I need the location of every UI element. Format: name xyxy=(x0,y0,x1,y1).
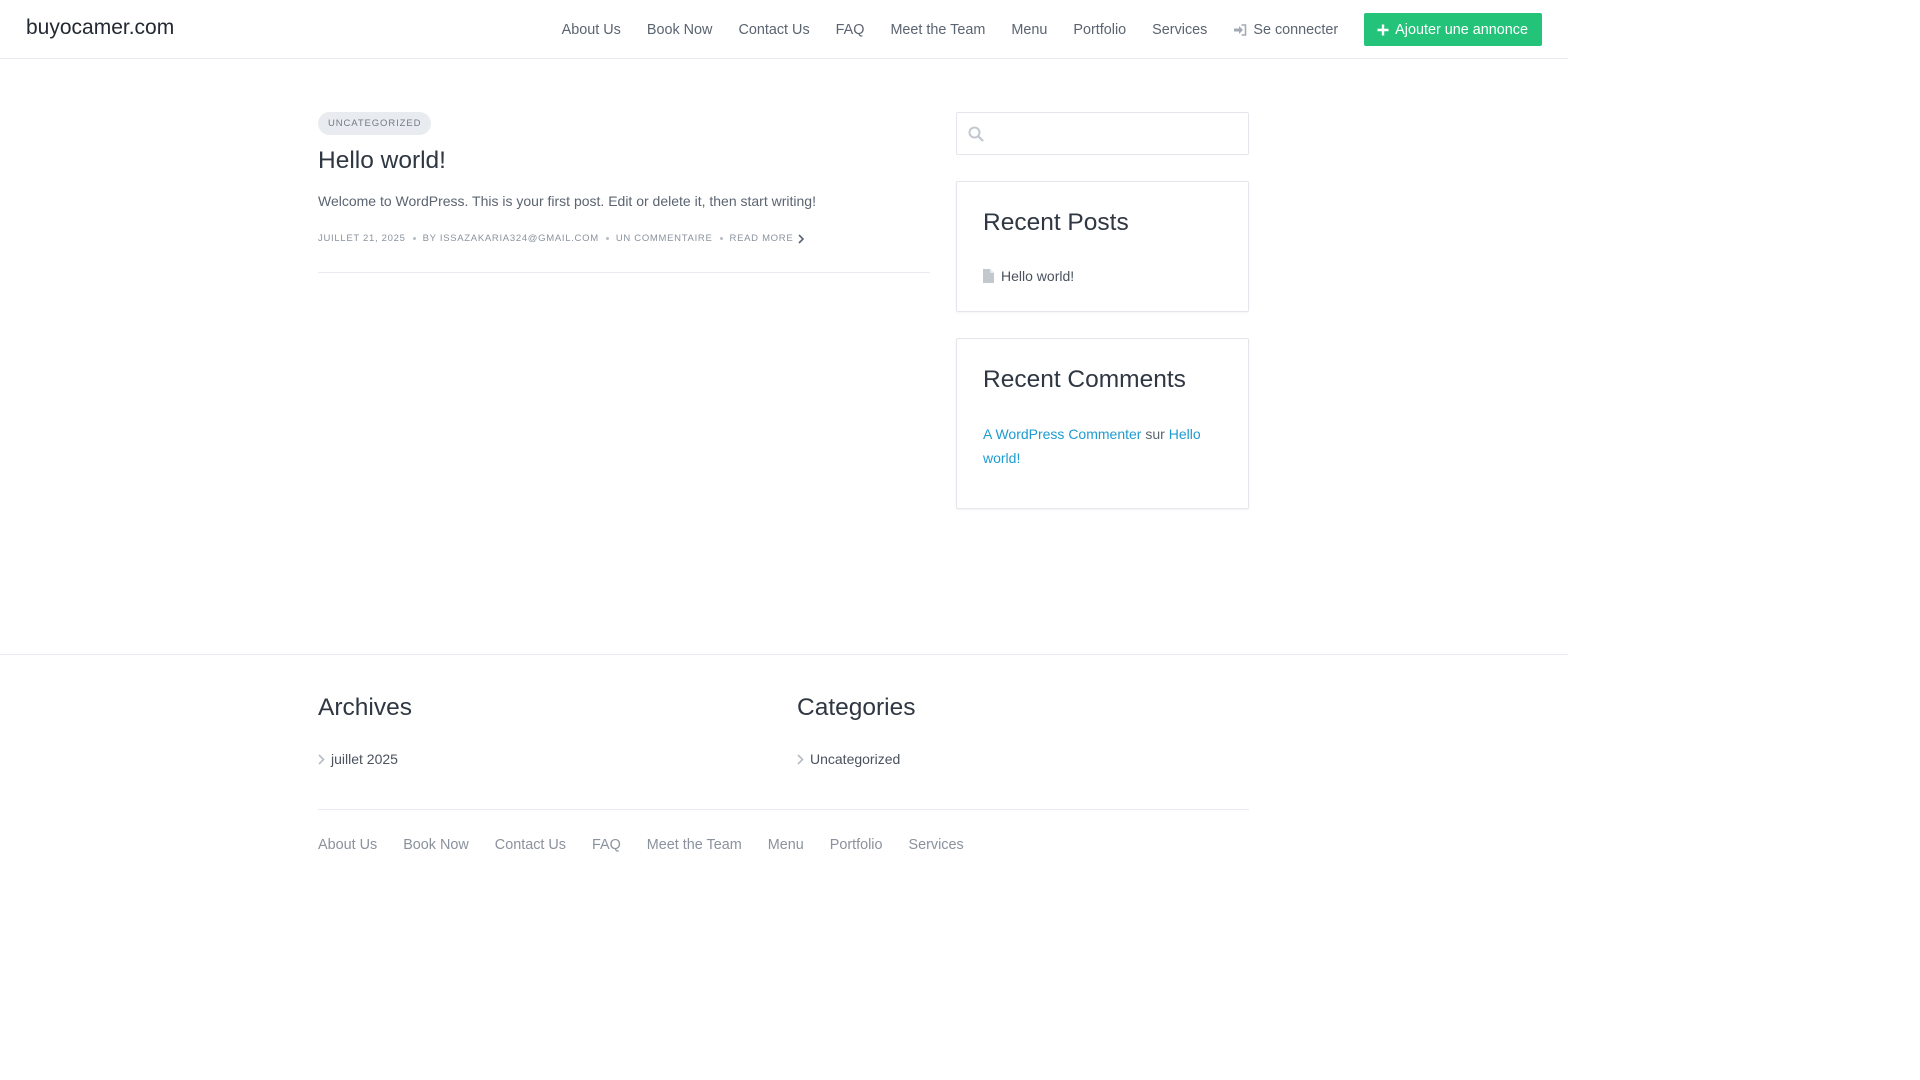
plus-icon xyxy=(1377,24,1389,35)
chevron-right-icon xyxy=(318,753,325,765)
footer-nav-book-now[interactable]: Book Now xyxy=(403,837,469,853)
site-title[interactable]: buyocamer.com xyxy=(26,16,174,40)
site-header: buyocamer.com About Us Book Now Contact … xyxy=(0,0,1568,59)
categories-widget: Categories Uncategorized xyxy=(797,694,916,767)
comment-connector: sur xyxy=(1145,426,1165,442)
file-icon xyxy=(983,269,994,283)
nav-menu[interactable]: Menu xyxy=(1011,22,1047,38)
footer-nav-contact-us[interactable]: Contact Us xyxy=(495,837,566,853)
read-more-label: READ MORE xyxy=(729,233,794,244)
nav-services[interactable]: Services xyxy=(1152,22,1207,38)
nav-about-us[interactable]: About Us xyxy=(562,22,621,38)
nav-meet-the-team[interactable]: Meet the Team xyxy=(890,22,985,38)
recent-posts-title: Recent Posts xyxy=(983,209,1129,236)
footer-nav-faq[interactable]: FAQ xyxy=(592,837,621,853)
category-badge[interactable]: UNCATEGORIZED xyxy=(318,112,432,135)
read-more-link[interactable]: READ MORE xyxy=(730,233,805,244)
footer-nav-services[interactable]: Services xyxy=(909,837,964,853)
meta-separator xyxy=(412,237,416,240)
recent-post-item[interactable]: Hello world! xyxy=(983,268,1074,284)
category-item[interactable]: Uncategorized xyxy=(797,751,900,767)
archive-label: juillet 2025 xyxy=(331,751,398,767)
main-nav: About Us Book Now Contact Us FAQ Meet th… xyxy=(536,13,1542,46)
search-input[interactable] xyxy=(993,121,1239,147)
post-title[interactable]: Hello world! xyxy=(318,147,446,175)
nav-book-now[interactable]: Book Now xyxy=(647,22,713,38)
post-divider xyxy=(318,272,930,273)
archives-widget: Archives juillet 2025 xyxy=(318,694,412,767)
post-list: UNCATEGORIZED Hello world! Welcome to Wo… xyxy=(318,112,930,273)
login-link[interactable]: Se connecter xyxy=(1233,22,1338,38)
recent-comment-item: A WordPress Commenter sur Hello world! xyxy=(983,422,1213,470)
recent-posts-widget: Recent Posts Hello world! xyxy=(956,181,1249,312)
recent-post-label: Hello world! xyxy=(1001,268,1075,284)
post-comments-link[interactable]: UN COMMENTAIRE xyxy=(616,233,713,244)
sign-in-icon xyxy=(1234,23,1247,36)
footer-nav-about-us[interactable]: About Us xyxy=(318,837,377,853)
meta-separator xyxy=(605,237,609,240)
comment-author-link[interactable]: A WordPress Commenter xyxy=(983,426,1141,442)
archives-title: Archives xyxy=(318,694,412,721)
post-date[interactable]: JUILLET 21, 2025 xyxy=(318,233,406,244)
login-label: Se connecter xyxy=(1253,21,1339,38)
footer-rule xyxy=(318,809,1249,810)
chevron-right-icon xyxy=(797,753,804,765)
chevron-right-icon xyxy=(798,233,805,244)
categories-title: Categories xyxy=(797,694,916,721)
recent-comments-title: Recent Comments xyxy=(983,366,1186,393)
recent-comments-widget: Recent Comments A WordPress Commenter su… xyxy=(956,338,1249,509)
post-excerpt: Welcome to WordPress. This is your first… xyxy=(318,193,816,209)
nav-contact-us[interactable]: Contact Us xyxy=(738,22,809,38)
archive-item[interactable]: juillet 2025 xyxy=(318,751,398,767)
footer-nav-portfolio[interactable]: Portfolio xyxy=(830,837,883,853)
footer-nav-meet-the-team[interactable]: Meet the Team xyxy=(647,837,742,853)
post-meta: JUILLET 21, 2025 BY ISSAZAKARIA324@GMAIL… xyxy=(318,233,805,244)
post-author[interactable]: BY ISSAZAKARIA324@GMAIL.COM xyxy=(423,233,599,244)
search-box xyxy=(956,112,1249,155)
footer-nav: About Us Book Now Contact Us FAQ Meet th… xyxy=(318,837,990,853)
meta-separator xyxy=(719,237,723,240)
footer-nav-menu[interactable]: Menu xyxy=(768,837,804,853)
nav-portfolio[interactable]: Portfolio xyxy=(1073,22,1126,38)
footer-divider xyxy=(0,654,1568,655)
add-listing-label: Ajouter une annonce xyxy=(1395,21,1528,38)
search-icon xyxy=(968,126,984,142)
category-label: Uncategorized xyxy=(810,751,901,767)
add-listing-button[interactable]: Ajouter une annonce xyxy=(1364,13,1542,46)
nav-faq[interactable]: FAQ xyxy=(836,22,865,38)
